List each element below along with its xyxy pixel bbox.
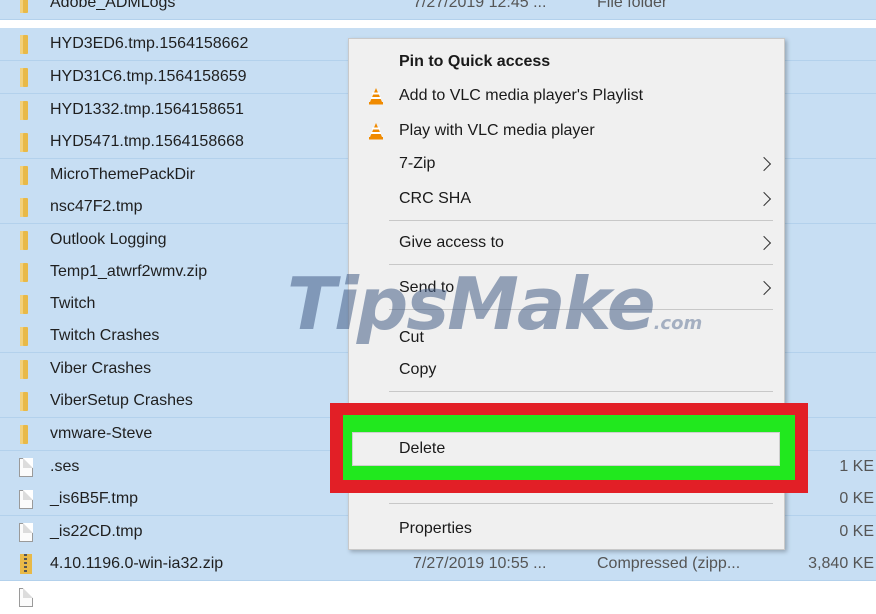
file-name: HYD3ED6.tmp.1564158662 [50,35,249,52]
file-name: nsc47F2.tmp [50,198,143,215]
folder-icon [20,132,28,152]
file-name: .ses [50,458,80,475]
chevron-right-icon [756,191,772,206]
file-name: _is22CD.tmp [50,523,143,540]
file-name: HYD31C6.tmp.1564158659 [50,68,247,85]
file-size: 3,840 KE [808,555,874,572]
folder-icon [20,294,28,314]
file-name: Twitch [50,295,96,312]
file-type: File folder [597,0,668,11]
menu-item-label: CRC SHA [399,189,472,207]
menu-item-give-access[interactable]: Give access to [349,226,784,259]
file-name: ViberSetup Crashes [50,392,193,409]
menu-item-label: Properties [399,519,472,537]
folder-icon [20,326,28,346]
file-size: 0 KE [839,490,874,507]
menu-item-label: Give access to [399,233,504,251]
watermark-logo: TipsMake.com [287,262,703,346]
folder-icon [20,67,28,87]
file-name: Twitch Crashes [50,327,160,344]
folder-icon [20,424,28,444]
file-name: HYD5471.tmp.1564158668 [50,133,244,150]
file-icon [19,522,33,542]
menu-item-label: Add to VLC media player's Playlist [399,86,644,104]
folder-icon [20,0,28,13]
menu-item-properties[interactable]: Properties [349,512,784,545]
file-name: 4.10.1196.0-win-ia32.zip [50,555,224,572]
chevron-right-icon [756,235,772,250]
file-row[interactable]: 4.10.1196.0-win-ia32.zip 7/27/2019 10:55… [0,548,876,581]
file-date: 7/27/2019 10:55 ... [413,555,547,572]
file-date: 7/27/2019 12:45 ... [413,0,547,11]
menu-item-pin-quick-access[interactable]: Pin to Quick access [349,45,784,78]
folder-icon [20,34,28,54]
menu-item-crc-sha[interactable]: CRC SHA [349,182,784,215]
menu-item-label: Play with VLC media player [399,121,595,139]
menu-item-label: 7-Zip [399,154,436,172]
folder-icon [20,197,28,217]
file-row[interactable]: Adobe_ADMLogs 7/27/2019 12:45 ... File f… [0,0,876,20]
file-name: HYD1332.tmp.1564158651 [50,101,244,118]
file-icon [19,457,33,477]
file-icon [19,489,33,509]
file-name: MicroThemePackDir [50,166,195,183]
chevron-right-icon [756,156,772,171]
folder-icon [20,165,28,185]
chevron-right-icon [756,280,772,295]
menu-item-copy[interactable]: Copy [349,353,784,386]
file-name: vmware-Steve [50,425,153,442]
file-name: _is6B5F.tmp [50,490,139,507]
menu-item-vlc-play[interactable]: Play with VLC media player [349,114,784,147]
file-row[interactable] [0,581,876,614]
menu-item-label: Pin to Quick access [399,52,551,70]
folder-icon [20,230,28,250]
file-name: Temp1_atwrf2wmv.zip [50,263,208,280]
folder-icon [20,100,28,120]
menu-separator [389,220,773,221]
menu-item-delete[interactable]: Delete [352,432,780,466]
vlc-icon [369,122,383,139]
file-name: Viber Crashes [50,360,152,377]
menu-separator [389,503,773,504]
file-icon [19,588,33,607]
folder-icon [20,391,28,411]
folder-icon [20,262,28,282]
vlc-icon [369,87,383,104]
menu-separator [389,391,773,392]
menu-item-label: Delete [399,440,446,457]
file-name: Outlook Logging [50,231,167,248]
menu-item-7zip[interactable]: 7-Zip [349,147,784,180]
file-name: Adobe_ADMLogs [50,0,176,11]
menu-item-label: Copy [399,360,437,378]
menu-item-vlc-playlist[interactable]: Add to VLC media player's Playlist [349,79,784,112]
zip-icon [20,554,32,574]
file-size: 1 KE [839,458,874,475]
folder-icon [20,359,28,379]
file-size: 0 KE [839,523,874,540]
file-type: Compressed (zipp... [597,555,741,572]
